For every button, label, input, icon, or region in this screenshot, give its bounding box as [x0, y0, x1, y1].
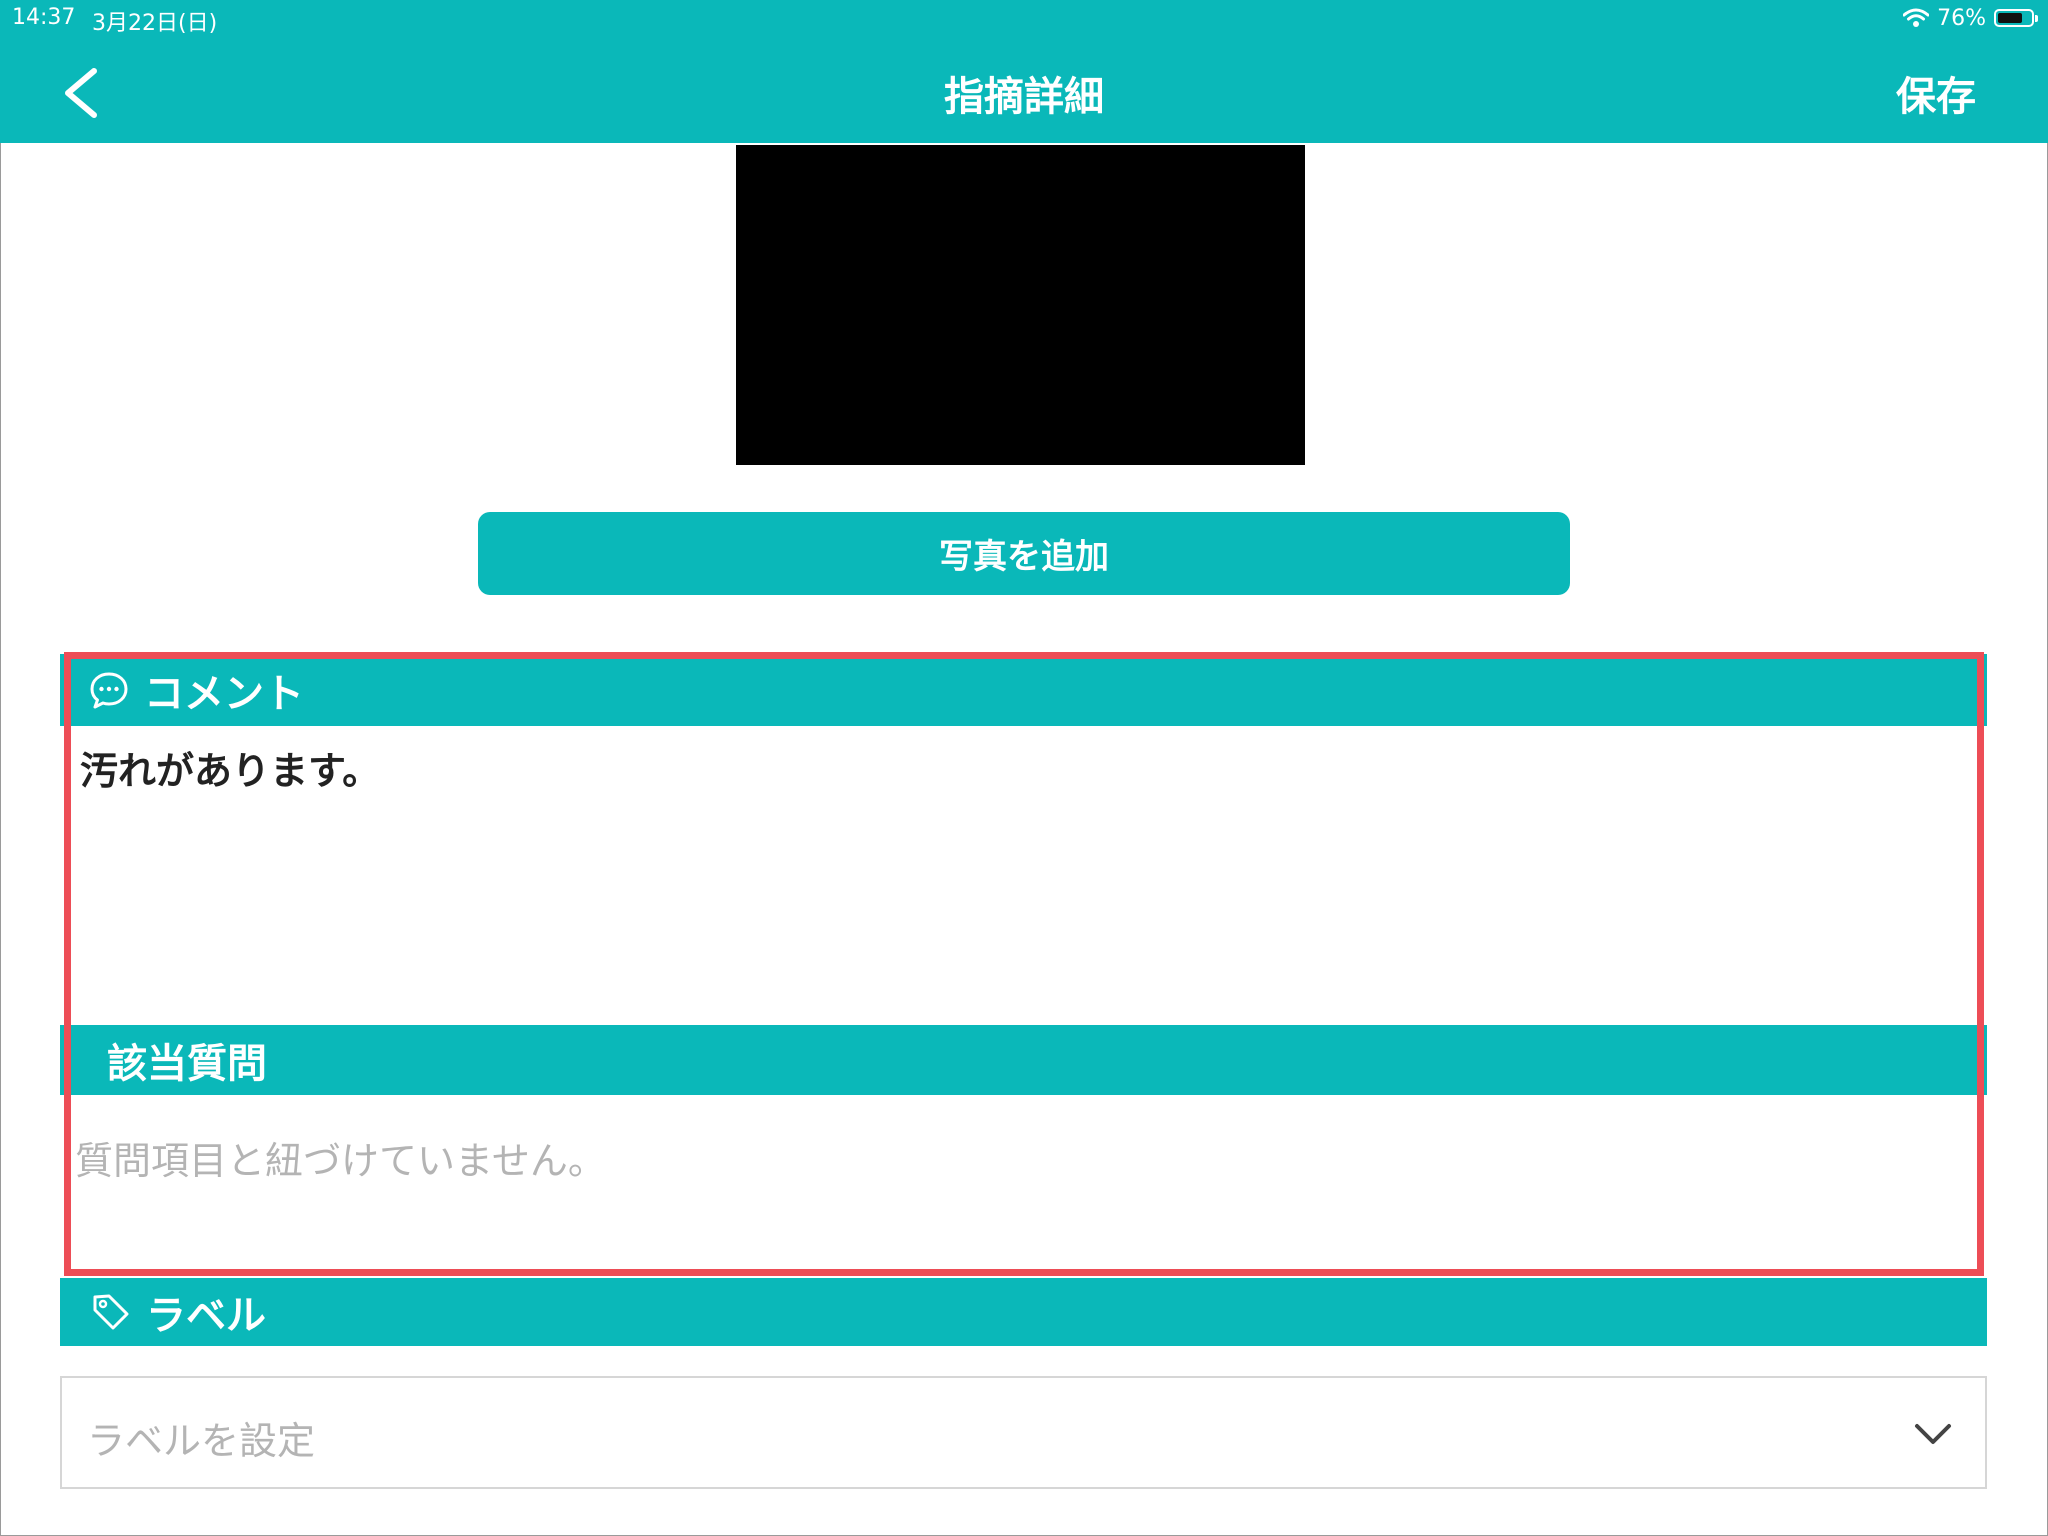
wifi-icon	[1903, 8, 1930, 27]
top-bar: 14:37 3月22日(日) 76% 指摘詳細 保存	[0, 0, 2048, 143]
status-indicators: 76%	[1903, 3, 2038, 33]
battery-percent: 76%	[1937, 5, 1986, 31]
battery-level	[1998, 13, 2023, 23]
highlight-box	[64, 652, 1984, 1276]
page-title: 指摘詳細	[944, 74, 1104, 120]
save-button[interactable]: 保存	[1896, 64, 1976, 122]
label-section-header: ラベル	[60, 1278, 1987, 1346]
label-header-label: ラベル	[146, 1293, 266, 1339]
status-time: 14:37	[12, 5, 76, 30]
add-photo-button[interactable]: 写真を追加	[478, 512, 1570, 595]
status-date: 3月22日(日)	[92, 11, 218, 36]
label-select-placeholder: ラベルを設定	[87, 1419, 316, 1463]
label-select[interactable]: ラベルを設定	[60, 1376, 1987, 1489]
tag-icon	[93, 1294, 129, 1330]
battery-icon	[1994, 9, 2038, 27]
chevron-down-icon	[1915, 1424, 1951, 1444]
photo-preview[interactable]	[736, 145, 1305, 465]
